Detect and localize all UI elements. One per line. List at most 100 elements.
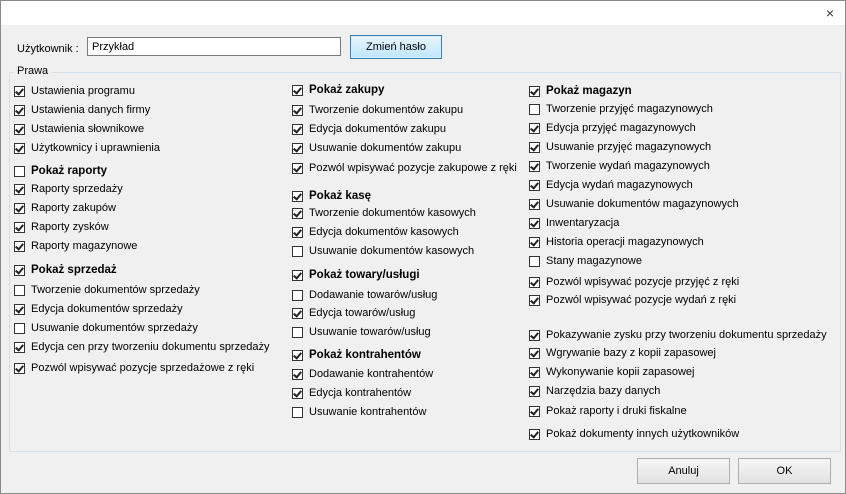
permission-item[interactable]: Tworzenie dokumentów kasowych — [292, 205, 476, 221]
checkbox-checked[interactable] — [14, 341, 25, 353]
permission-item[interactable]: Usuwanie przyjęć magazynowych — [529, 139, 711, 155]
permission-item[interactable]: Inwentaryzacja — [529, 215, 619, 231]
ok-button[interactable]: OK — [738, 458, 831, 484]
permission-item[interactable]: Pozwól wpisywać pozycje wydań z ręki — [529, 292, 736, 308]
user-name-input[interactable] — [87, 37, 341, 56]
permission-item[interactable]: Pokaż sprzedaż — [14, 262, 117, 278]
checkbox-checked[interactable] — [14, 303, 25, 315]
permission-item[interactable]: Usuwanie kontrahentów — [292, 404, 426, 420]
checkbox-checked[interactable] — [292, 104, 303, 116]
permission-item[interactable]: Pokaż kontrahentów — [292, 347, 421, 363]
checkbox-checked[interactable] — [14, 123, 25, 135]
checkbox-checked[interactable] — [292, 269, 303, 281]
permission-item[interactable]: Ustawienia danych firmy — [14, 102, 150, 118]
permission-item[interactable]: Edycja przyjęć magazynowych — [529, 120, 696, 136]
permission-item[interactable]: Pokaż magazyn — [529, 83, 632, 99]
checkbox-checked[interactable] — [14, 85, 25, 97]
permission-item[interactable]: Pokazywanie zysku przy tworzeniu dokumen… — [529, 327, 827, 343]
checkbox-checked[interactable] — [529, 385, 540, 397]
checkbox-unchecked[interactable] — [529, 255, 540, 267]
checkbox-checked[interactable] — [529, 366, 540, 378]
permission-item[interactable]: Tworzenie wydań magazynowych — [529, 158, 710, 174]
permission-item[interactable]: Edycja dokumentów kasowych — [292, 224, 459, 240]
checkbox-checked[interactable] — [292, 387, 303, 399]
checkbox-checked[interactable] — [529, 198, 540, 210]
permission-item[interactable]: Edycja cen przy tworzeniu dokumentu sprz… — [14, 339, 269, 355]
permission-item[interactable]: Pokaż kasę — [292, 188, 371, 204]
permission-item[interactable]: Edycja kontrahentów — [292, 385, 411, 401]
checkbox-unchecked[interactable] — [292, 289, 303, 301]
checkbox-unchecked[interactable] — [14, 165, 25, 177]
checkbox-checked[interactable] — [14, 264, 25, 276]
checkbox-checked[interactable] — [529, 122, 540, 134]
checkbox-checked[interactable] — [292, 207, 303, 219]
permission-item[interactable]: Historia operacji magazynowych — [529, 234, 704, 250]
checkbox-checked[interactable] — [292, 123, 303, 135]
permission-item[interactable]: Usuwanie dokumentów zakupu — [292, 140, 461, 156]
permission-item[interactable]: Wgrywanie bazy z kopii zapasowej — [529, 345, 716, 361]
checkbox-checked[interactable] — [14, 104, 25, 116]
checkbox-checked[interactable] — [529, 428, 540, 440]
permission-item[interactable]: Pokaż dokumenty innych użytkowników — [529, 426, 739, 442]
checkbox-unchecked[interactable] — [14, 284, 25, 296]
checkbox-unchecked[interactable] — [292, 406, 303, 418]
permission-item[interactable]: Ustawienia programu — [14, 83, 135, 99]
checkbox-unchecked[interactable] — [14, 322, 25, 334]
change-password-button[interactable]: Zmień hasło — [350, 35, 442, 59]
checkbox-checked[interactable] — [529, 347, 540, 359]
checkbox-checked[interactable] — [14, 221, 25, 233]
checkbox-checked[interactable] — [529, 236, 540, 248]
checkbox-checked[interactable] — [14, 362, 25, 374]
checkbox-checked[interactable] — [292, 142, 303, 154]
permission-item[interactable]: Raporty sprzedaży — [14, 181, 123, 197]
checkbox-checked[interactable] — [14, 202, 25, 214]
permission-item[interactable]: Raporty zysków — [14, 219, 109, 235]
checkbox-checked[interactable] — [529, 160, 540, 172]
checkbox-unchecked[interactable] — [292, 326, 303, 338]
permission-item[interactable]: Dodawanie towarów/usług — [292, 287, 437, 303]
permission-item[interactable]: Pozwól wpisywać pozycje zakupowe z ręki — [292, 160, 517, 176]
permission-item[interactable]: Dodawanie kontrahentów — [292, 366, 433, 382]
checkbox-checked[interactable] — [292, 368, 303, 380]
checkbox-unchecked[interactable] — [529, 103, 540, 115]
checkbox-checked[interactable] — [529, 141, 540, 153]
permission-item[interactable]: Raporty magazynowe — [14, 238, 137, 254]
permission-item[interactable]: Stany magazynowe — [529, 253, 642, 269]
checkbox-checked[interactable] — [14, 142, 25, 154]
permission-item[interactable]: Pokaż raporty i druki fiskalne — [529, 403, 687, 419]
permission-item[interactable]: Raporty zakupów — [14, 200, 116, 216]
checkbox-checked[interactable] — [529, 329, 540, 341]
permission-item[interactable]: Edycja dokumentów zakupu — [292, 121, 446, 137]
checkbox-checked[interactable] — [292, 307, 303, 319]
checkbox-checked[interactable] — [529, 294, 540, 306]
permission-item[interactable]: Ustawienia słownikowe — [14, 121, 144, 137]
checkbox-checked[interactable] — [292, 349, 303, 361]
permission-item[interactable]: Usuwanie dokumentów sprzedaży — [14, 320, 198, 336]
permission-item[interactable]: Usuwanie towarów/usług — [292, 324, 431, 340]
permission-item[interactable]: Użytkownicy i uprawnienia — [14, 140, 160, 156]
permission-item[interactable]: Pozwól wpisywać pozycje sprzedażowe z rę… — [14, 360, 254, 376]
checkbox-checked[interactable] — [292, 190, 303, 202]
permission-item[interactable]: Wykonywanie kopii zapasowej — [529, 364, 694, 380]
cancel-button[interactable]: Anuluj — [637, 458, 730, 484]
permission-item[interactable]: Edycja wydań magazynowych — [529, 177, 693, 193]
checkbox-checked[interactable] — [529, 179, 540, 191]
permission-item[interactable]: Edycja dokumentów sprzedaży — [14, 301, 183, 317]
checkbox-checked[interactable] — [292, 84, 303, 96]
permission-item[interactable]: Usuwanie dokumentów kasowych — [292, 243, 474, 259]
permission-item[interactable]: Edycja towarów/usług — [292, 305, 415, 321]
permission-item[interactable]: Pokaż towary/usługi — [292, 267, 420, 283]
permission-item[interactable]: Narzędzia bazy danych — [529, 383, 660, 399]
close-icon[interactable]: × — [821, 4, 839, 22]
checkbox-checked[interactable] — [529, 405, 540, 417]
permission-item[interactable]: Pozwól wpisywać pozycje przyjęć z ręki — [529, 274, 739, 290]
checkbox-checked[interactable] — [529, 276, 540, 288]
permission-item[interactable]: Tworzenie przyjęć magazynowych — [529, 101, 713, 117]
permission-item[interactable]: Pokaż zakupy — [292, 82, 384, 98]
checkbox-checked[interactable] — [14, 240, 25, 252]
checkbox-checked[interactable] — [529, 217, 540, 229]
checkbox-checked[interactable] — [292, 226, 303, 238]
permission-item[interactable]: Tworzenie dokumentów sprzedaży — [14, 282, 200, 298]
checkbox-checked[interactable] — [529, 85, 540, 97]
checkbox-checked[interactable] — [14, 183, 25, 195]
